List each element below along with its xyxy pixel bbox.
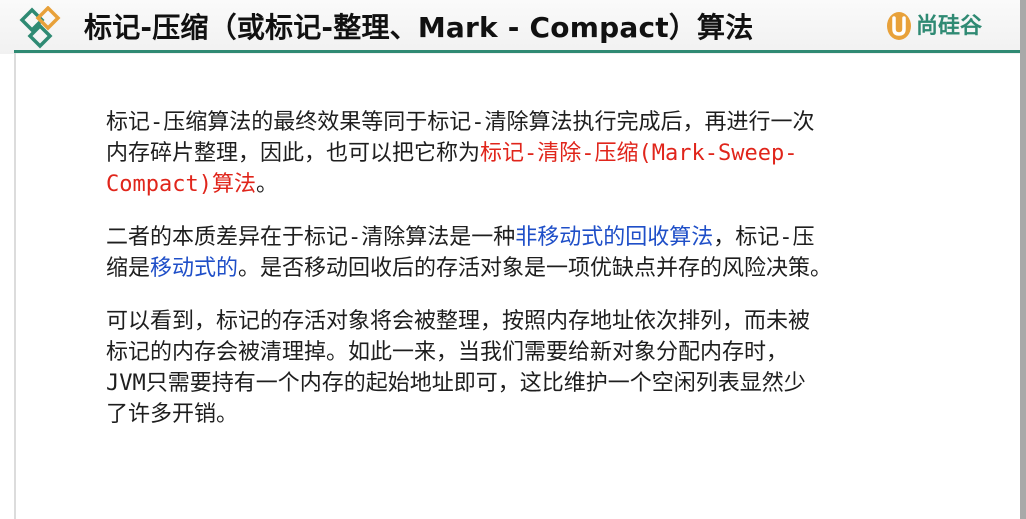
paragraph-line: 标记的内存会被清理掉。如此一来，当我们需要给新对象分配内存时， — [106, 337, 936, 368]
paragraph-line: 标记-压缩算法的最终效果等同于标记-清除算法执行完成后，再进行一次 — [106, 107, 936, 138]
text-segment: ，标记-压 — [713, 225, 815, 250]
left-margin-line — [14, 53, 16, 519]
diamond-logo-icon — [19, 6, 61, 49]
page-title: 标记-压缩（或标记-整理、Mark - Compact）算法 — [84, 11, 754, 44]
highlight-blue-text: 非移动式的回收算法 — [515, 225, 714, 250]
brand-logo: 尚硅谷 — [886, 11, 1006, 43]
slide-header: 标记-压缩（或标记-整理、Mark - Compact）算法 尚硅谷 — [0, 0, 1020, 54]
paragraph-line: 二者的本质差异在于标记-清除算法是一种非移动式的回收算法，标记-压 — [106, 222, 936, 253]
paragraph-line: JVM只需要持有一个内存的起始地址即可，这比维护一个空闲列表显然少 — [106, 368, 936, 399]
text-segment: 。是否移动回收后的存活对象是一项优缺点并存的风险决策。 — [238, 256, 833, 281]
paragraph-line: 可以看到，标记的存活对象将会被整理，按照内存地址依次排列，而未被 — [106, 306, 936, 337]
text-segment: 二者的本质差异在于标记-清除算法是一种 — [106, 225, 516, 250]
text-segment: 了许多开销。 — [106, 402, 239, 427]
text-segment: 内存碎片整理，因此，也可以把它称为 — [106, 141, 481, 166]
highlight-blue-text: 移动式的 — [150, 256, 239, 281]
paragraph-line: Compact)算法。 — [106, 169, 936, 200]
paragraph-1: 标记-压缩算法的最终效果等同于标记-清除算法执行完成后，再进行一次 内存碎片整理… — [106, 107, 936, 200]
u-logo-icon — [887, 12, 911, 40]
text-segment: JVM只需要持有一个内存的起始地址即可，这比维护一个空闲列表显然少 — [106, 371, 806, 396]
paragraph-line: 内存碎片整理，因此，也可以把它称为标记-清除-压缩(Mark-Sweep- — [106, 138, 936, 169]
paragraph-2: 二者的本质差异在于标记-清除算法是一种非移动式的回收算法，标记-压 缩是移动式的… — [106, 222, 936, 284]
highlight-red-text: 标记-清除-压缩(Mark-Sweep- — [480, 141, 798, 166]
paragraph-line: 缩是移动式的。是否移动回收后的存活对象是一项优缺点并存的风险决策。 — [106, 253, 936, 284]
highlight-red-text: Compact)算法 — [106, 172, 256, 197]
brand-name: 尚硅谷 — [916, 14, 983, 39]
paragraph-line: 了许多开销。 — [106, 399, 936, 430]
header-divider — [14, 50, 1020, 53]
text-segment: 缩是 — [106, 256, 151, 281]
text-segment: 。 — [255, 172, 278, 197]
window-edge — [1020, 0, 1026, 519]
text-segment: 标记的内存会被清理掉。如此一来，当我们需要给新对象分配内存时， — [106, 340, 789, 365]
slide: 标记-压缩（或标记-整理、Mark - Compact）算法 尚硅谷 标记-压缩… — [0, 0, 1020, 519]
paragraph-3: 可以看到，标记的存活对象将会被整理，按照内存地址依次排列，而未被 标记的内存会被… — [106, 306, 936, 430]
text-segment: 标记-压缩算法的最终效果等同于标记-清除算法执行完成后，再进行一次 — [106, 110, 815, 135]
text-segment: 可以看到，标记的存活对象将会被整理，按照内存地址依次排列，而未被 — [106, 309, 811, 334]
slide-body: 标记-压缩算法的最终效果等同于标记-清除算法执行完成后，再进行一次 内存碎片整理… — [106, 107, 936, 452]
